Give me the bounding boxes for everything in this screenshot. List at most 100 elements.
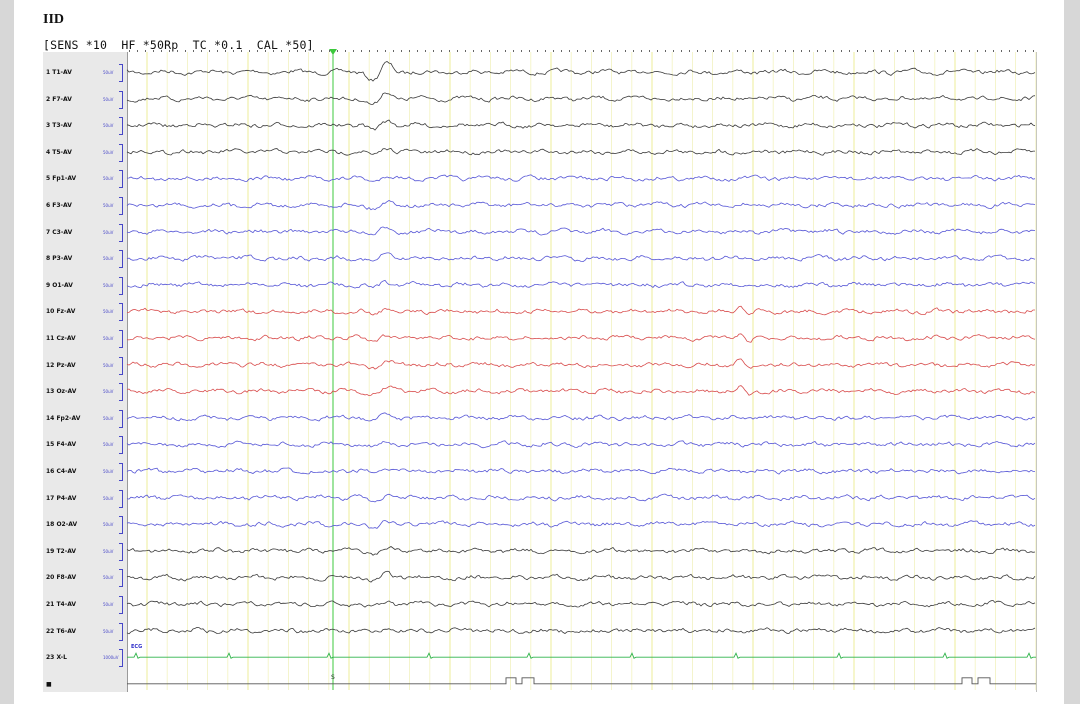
ruler-tick xyxy=(457,50,458,52)
ruler-tick xyxy=(753,50,754,52)
ruler-tick xyxy=(593,50,594,52)
ruler-tick xyxy=(425,50,426,52)
ecg-label: ECG xyxy=(131,644,142,650)
ruler-tick xyxy=(505,50,506,52)
ruler-tick xyxy=(449,50,450,52)
ruler-tick xyxy=(633,50,634,52)
ruler-tick xyxy=(385,50,386,52)
ruler-tick xyxy=(953,50,954,52)
eeg-channel-trace xyxy=(126,440,1036,449)
ruler-tick xyxy=(673,50,674,52)
ruler-tick xyxy=(921,50,922,52)
ruler-tick xyxy=(881,50,882,52)
eeg-channel-trace xyxy=(126,467,1035,475)
ruler-tick xyxy=(305,50,306,52)
ruler-tick xyxy=(145,50,146,52)
ruler-tick xyxy=(161,50,162,52)
ruler-tick xyxy=(777,50,778,52)
ruler-tick xyxy=(705,50,706,52)
ruler-tick xyxy=(625,50,626,52)
ruler-tick xyxy=(345,50,346,52)
ruler-tick xyxy=(993,50,994,52)
ruler-tick xyxy=(441,50,442,52)
ruler-tick xyxy=(489,50,490,52)
ruler-tick xyxy=(937,50,938,52)
ruler-tick xyxy=(521,50,522,52)
ruler-tick xyxy=(241,50,242,52)
ruler-tick xyxy=(585,50,586,52)
ruler-tick xyxy=(209,50,210,52)
ruler-tick xyxy=(889,50,890,52)
ruler-tick xyxy=(825,50,826,52)
ruler-tick xyxy=(737,50,738,52)
eeg-channel-trace xyxy=(126,412,1036,422)
eeg-channel-trace xyxy=(126,226,1036,236)
ruler-tick xyxy=(225,50,226,52)
ruler-tick xyxy=(169,50,170,52)
ruler-tick xyxy=(257,50,258,52)
ruler-tick xyxy=(1017,50,1018,52)
ruler-tick xyxy=(329,50,330,52)
ruler-tick xyxy=(393,50,394,52)
eeg-channel-trace xyxy=(126,626,1036,635)
ruler-tick xyxy=(281,50,282,52)
ruler-tick xyxy=(977,50,978,52)
eeg-channel-trace xyxy=(126,119,1036,131)
ruler-tick xyxy=(657,50,658,52)
ruler-tick xyxy=(217,50,218,52)
ruler-tick xyxy=(713,50,714,52)
ruler-tick xyxy=(689,50,690,52)
ruler-tick xyxy=(465,50,466,52)
ruler-tick xyxy=(353,50,354,52)
ruler-tick xyxy=(153,50,154,52)
ruler-tick xyxy=(273,50,274,52)
ruler-tick xyxy=(641,50,642,52)
time-grid xyxy=(146,52,1037,690)
ecg-trace xyxy=(127,652,1036,659)
eeg-channel-trace xyxy=(126,252,1036,263)
ruler-tick xyxy=(801,50,802,52)
ruler-tick xyxy=(497,50,498,52)
ruler-tick xyxy=(681,50,682,52)
ruler-tick xyxy=(569,50,570,52)
eeg-channel-trace xyxy=(126,174,1036,182)
ruler-tick xyxy=(905,50,906,52)
ruler-tick xyxy=(665,50,666,52)
ruler-tick xyxy=(369,50,370,52)
eeg-channel-trace xyxy=(126,148,1035,156)
ruler-tick xyxy=(649,50,650,52)
ruler-tick xyxy=(289,50,290,52)
ruler-tick xyxy=(745,50,746,52)
eeg-channel-trace xyxy=(127,305,1035,316)
ruler-tick xyxy=(201,50,202,52)
eeg-channel-trace xyxy=(126,200,1036,211)
ruler-tick xyxy=(945,50,946,52)
eeg-channel-trace xyxy=(126,520,1036,529)
ruler-tick xyxy=(545,50,546,52)
ruler-tick xyxy=(361,50,362,52)
ruler-tick xyxy=(1025,50,1026,52)
eeg-channel-trace xyxy=(126,385,1036,397)
ruler-tick xyxy=(177,50,178,52)
ruler-tick xyxy=(833,50,834,52)
ruler-tick xyxy=(321,50,322,52)
ruler-tick xyxy=(849,50,850,52)
ruler-tick xyxy=(313,50,314,52)
ruler-tick xyxy=(609,50,610,52)
ruler-tick xyxy=(409,50,410,52)
ruler-tick xyxy=(961,50,962,52)
eeg-channel-trace xyxy=(126,333,1036,343)
ruler-tick xyxy=(561,50,562,52)
ruler-tick xyxy=(337,50,338,52)
eeg-channel-trace xyxy=(126,358,1036,370)
ruler-tick xyxy=(401,50,402,52)
time-ruler xyxy=(129,50,1034,52)
ruler-tick xyxy=(473,50,474,52)
ruler-tick xyxy=(265,50,266,52)
ruler-tick xyxy=(193,50,194,52)
ruler-tick xyxy=(529,50,530,52)
eeg-channel-trace xyxy=(126,599,1036,608)
ruler-tick xyxy=(1009,50,1010,52)
eeg-channel-trace xyxy=(126,61,1036,82)
ruler-tick xyxy=(729,50,730,52)
